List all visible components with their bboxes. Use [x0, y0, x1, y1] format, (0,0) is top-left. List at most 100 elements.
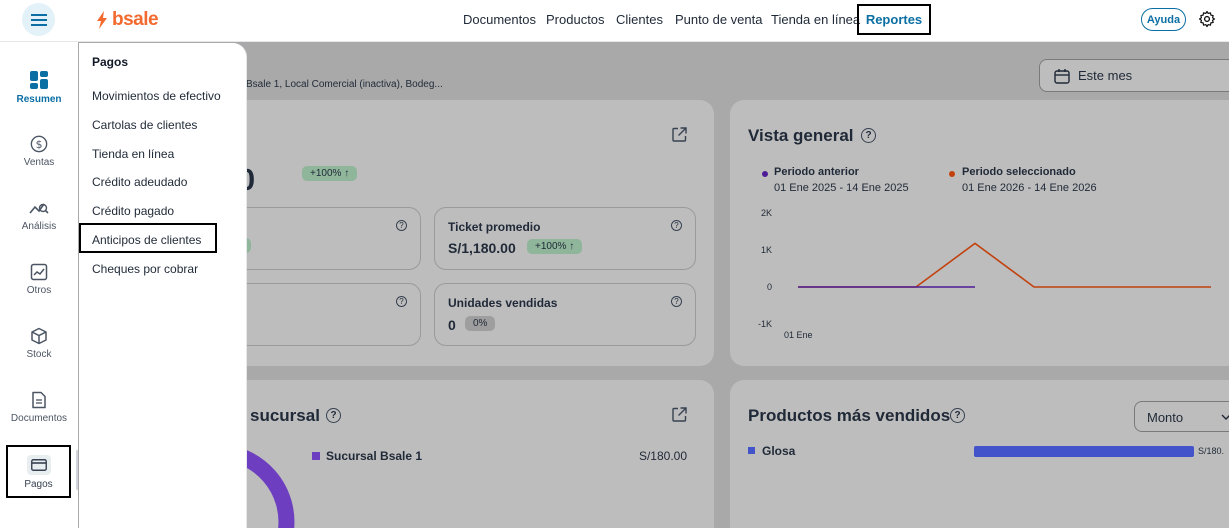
units-value: 0: [448, 317, 456, 333]
help-icon[interactable]: ?: [950, 408, 965, 423]
branch-row-label: Sucursal Bsale 1: [326, 449, 423, 463]
dashboard-icon: [30, 71, 48, 89]
period-select[interactable]: Este mes: [1039, 59, 1229, 92]
open-external-icon[interactable]: [672, 407, 687, 422]
menu-item-movimientos-efectivo[interactable]: Movimientos de efectivo: [92, 89, 221, 103]
nav-tienda-en-linea[interactable]: Tienda en línea: [771, 12, 860, 27]
brand-name: bsale: [112, 9, 159, 30]
y-tick-label: -1K: [758, 319, 772, 329]
sidebar-label-pagos: Pagos: [24, 479, 53, 490]
sidebar-label-documentos: Documentos: [10, 413, 68, 424]
series-line-selected: [798, 242, 1211, 288]
sidebar-label-resumen: Resumen: [16, 94, 62, 105]
legend-marker-sel: [949, 171, 955, 177]
analytics-icon: [29, 203, 49, 214]
units-label: Unidades vendidas: [448, 296, 558, 310]
gear-icon[interactable]: [1198, 10, 1216, 28]
help-button[interactable]: Ayuda: [1141, 8, 1186, 31]
sidebar-label-stock: Stock: [26, 349, 52, 360]
legend-marker-product: [748, 447, 755, 454]
ticket-value: S/1,180.00: [448, 240, 516, 256]
products-title: Productos más vendidos: [748, 406, 951, 425]
legend-label-prev: Periodo anterior: [774, 166, 859, 178]
chart-box-icon: [30, 263, 48, 281]
open-external-icon[interactable]: [672, 127, 687, 142]
nav-clientes[interactable]: Clientes: [616, 12, 663, 27]
calendar-icon: [1054, 69, 1070, 84]
overview-card: Vista general ? Periodo anterior 01 Ene …: [730, 100, 1229, 366]
nav-reportes[interactable]: Reportes: [857, 4, 931, 35]
ticket-card: Ticket promedio ? S/1,180.00 +100% ↑: [434, 207, 696, 270]
sales-growth-badge: +100% ↑: [302, 166, 358, 181]
menu-item-cheques-por-cobrar[interactable]: Cheques por cobrar: [92, 262, 198, 276]
legend-range-prev: 01 Ene 2025 - 14 Ene 2025: [774, 182, 909, 194]
ticket-badge: +100% ↑: [527, 239, 583, 254]
nav-productos[interactable]: Productos: [546, 12, 605, 27]
sidebar-item-otros[interactable]: Otros: [0, 263, 78, 296]
sidebar-item-resumen[interactable]: Resumen: [0, 70, 78, 105]
dashboard-content: Bsale 1, Local Comercial (inactiva), Bod…: [78, 42, 1229, 528]
branch-row-value: S/180.00: [638, 449, 687, 463]
help-icon[interactable]: ?: [861, 128, 876, 143]
period-select-value: Este mes: [1078, 68, 1133, 83]
hamburger-icon: [30, 13, 47, 26]
metric-card-left-bottom: ?: [218, 283, 421, 346]
y-tick-label: 2K: [761, 208, 772, 218]
units-badge: 0%: [465, 316, 496, 331]
menu-item-cartolas-clientes[interactable]: Cartolas de clientes: [92, 118, 197, 132]
dollar-circle-icon: $: [30, 135, 48, 153]
bolt-logo-icon: [97, 11, 107, 29]
menu-item-credito-pagado[interactable]: Crédito pagado: [92, 204, 174, 218]
sidebar-item-analisis[interactable]: Análisis: [0, 199, 78, 232]
nav-punto-de-venta[interactable]: Punto de venta: [675, 12, 762, 27]
help-icon[interactable]: ?: [326, 408, 341, 423]
brand-logo[interactable]: bsale: [96, 9, 159, 30]
y-tick-label: 0: [767, 282, 772, 292]
sidebar-label-ventas: Ventas: [23, 157, 55, 168]
menu-item-tienda-en-linea[interactable]: Tienda en línea: [92, 147, 174, 161]
credit-card-icon: [30, 459, 47, 471]
units-card: Unidades vendidas ? 0 0%: [434, 283, 696, 346]
branch-card: sucursal ? Sucursal Bsale 1 S/180.00: [218, 380, 714, 528]
legend-label-sel: Periodo seleccionado: [962, 166, 1076, 178]
branch-filter-text: Bsale 1, Local Comercial (inactiva), Bod…: [246, 79, 443, 90]
svg-text:$: $: [36, 138, 43, 151]
metric-select-value: Monto: [1147, 410, 1184, 425]
branch-title: sucursal: [250, 406, 320, 425]
y-tick-label: 1K: [761, 245, 772, 255]
sidebar-label-analisis: Análisis: [21, 221, 57, 232]
legend-marker-prev: [762, 171, 768, 177]
anticipos-highlight-box: [79, 223, 217, 253]
legend-marker-branch: [312, 452, 320, 460]
sidebar-item-ventas[interactable]: $ Ventas: [0, 135, 78, 168]
metric-select[interactable]: Monto: [1134, 401, 1229, 432]
menu-item-credito-adeudado[interactable]: Crédito adeudado: [92, 175, 187, 189]
overview-line-chart: 2K 1K 0 -1K 01 Ene: [758, 208, 1211, 340]
top-bar: bsale Documentos Productos Clientes Punt…: [0, 0, 1229, 42]
metric-card-left-top: ? % ↑: [218, 207, 421, 270]
sidebar-item-pagos[interactable]: Pagos: [6, 445, 71, 498]
sidebar-item-stock[interactable]: Stock: [0, 327, 78, 360]
chevron-down-icon: [1221, 414, 1229, 420]
sidebar-item-documentos[interactable]: Documentos: [0, 391, 78, 424]
nav-documentos[interactable]: Documentos: [463, 12, 536, 27]
menu-toggle-button[interactable]: [22, 3, 55, 36]
top-products-card: Productos más vendidos ? Monto Glosa S/1…: [730, 380, 1229, 528]
help-icon[interactable]: ?: [671, 220, 682, 231]
ticket-label: Ticket promedio: [448, 220, 541, 234]
help-icon[interactable]: ?: [396, 220, 407, 231]
pagos-flyout-menu: Pagos Movimientos de efectivo Cartolas d…: [79, 43, 247, 528]
legend-range-sel: 01 Ene 2026 - 14 Ene 2026: [962, 182, 1097, 194]
flyout-title: Pagos: [92, 55, 129, 69]
x-tick-label: 01 Ene: [784, 330, 813, 340]
product-row-value: S/180.: [1198, 446, 1225, 456]
product-bar: [974, 446, 1194, 457]
document-icon: [32, 391, 46, 409]
help-icon[interactable]: ?: [396, 296, 407, 307]
sales-card: .00 +100% ↑ ? % ↑ Ticket promedio ? S/1,…: [212, 100, 714, 366]
help-icon[interactable]: ?: [671, 296, 682, 307]
overview-title: Vista general: [748, 126, 854, 145]
sidebar-label-otros: Otros: [26, 285, 52, 296]
box-icon: [31, 327, 47, 345]
product-row-label: Glosa: [762, 444, 796, 458]
